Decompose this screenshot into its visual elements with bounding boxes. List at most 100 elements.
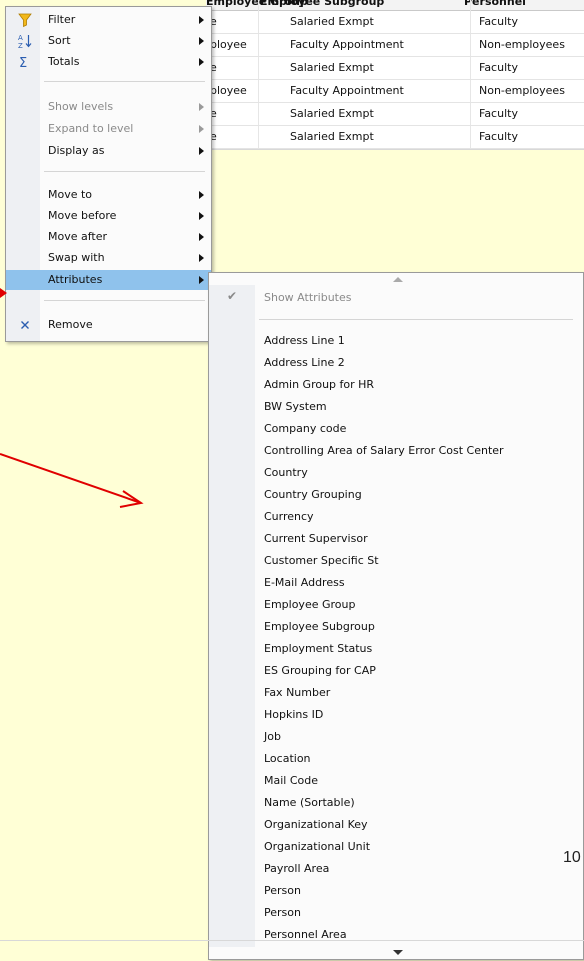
table-cell: Salaried Exmpt (290, 61, 374, 74)
annotation-arrow-line (0, 453, 142, 504)
table-cell: Non-employees (479, 38, 565, 51)
menu-item-attributes[interactable]: Attributes (6, 270, 211, 290)
annotation-arrow-head (119, 490, 144, 508)
table-cell: Faculty (479, 15, 518, 28)
table-cell: ployee (210, 38, 247, 51)
table-row[interactable]: e Salaried Exmpt Faculty (206, 57, 584, 80)
menu-item-label: Move before (48, 209, 117, 222)
attribute-item[interactable]: Organizational Unit (264, 840, 504, 862)
attribute-item[interactable]: Country Grouping (264, 488, 504, 510)
chevron-right-icon (199, 212, 204, 220)
table-row[interactable]: e Salaried Exmpt Faculty (206, 11, 584, 34)
table-cell: Salaried Exmpt (290, 107, 374, 120)
attribute-item[interactable]: Current Supervisor (264, 532, 504, 554)
menu-item-move-after[interactable]: Move after (6, 227, 211, 247)
table-cell: ployee (210, 84, 247, 97)
menu-item-move-to[interactable]: Move to (6, 185, 211, 205)
close-icon (21, 321, 29, 329)
table-cell: e (210, 130, 217, 143)
attribute-item[interactable]: Admin Group for HR (264, 378, 504, 400)
table-cell: Faculty (479, 61, 518, 74)
attribute-item[interactable]: Company code (264, 422, 504, 444)
attribute-list: Address Line 1 Address Line 2 Admin Grou… (264, 334, 504, 950)
filter-icon (18, 13, 32, 28)
table-cell: Salaried Exmpt (290, 130, 374, 143)
menu-item-filter[interactable]: Filter (6, 10, 211, 30)
chevron-right-icon (199, 16, 204, 24)
attribute-item[interactable]: Organizational Key (264, 818, 504, 840)
attribute-item[interactable]: E-Mail Address (264, 576, 504, 598)
menu-item-expand-to-level: Expand to level (6, 119, 211, 139)
table-cell: Faculty (479, 130, 518, 143)
menu-item-display-as[interactable]: Display as (6, 141, 211, 161)
menu-item-show-levels: Show levels (6, 97, 211, 117)
chevron-right-icon (199, 254, 204, 262)
table-cell: Faculty Appointment (290, 38, 404, 51)
attribute-item[interactable]: Employment Status (264, 642, 504, 664)
attribute-item[interactable]: Customer Specific St (264, 554, 504, 576)
attribute-item[interactable]: Currency (264, 510, 504, 532)
attribute-item[interactable]: Name (Sortable) (264, 796, 504, 818)
menu-item-label: Show levels (48, 100, 114, 113)
table-header: Employee Group Employee Subgroup Personn… (206, 0, 584, 11)
attribute-item[interactable]: Personnel Area (264, 928, 504, 950)
scroll-down-icon[interactable] (393, 950, 403, 955)
menu-item-label: Move after (48, 230, 108, 243)
attribute-item[interactable]: Country (264, 466, 504, 488)
chevron-right-icon (199, 233, 204, 241)
chevron-right-icon (199, 103, 204, 111)
table-cell: Faculty Appointment (290, 84, 404, 97)
attribute-item[interactable]: Hopkins ID (264, 708, 504, 730)
svg-text:Σ: Σ (19, 56, 27, 70)
menu-item-label: Totals (48, 55, 80, 68)
column-header[interactable]: Employee Subgroup (260, 0, 384, 8)
attribute-item[interactable]: Address Line 2 (264, 356, 504, 378)
attribute-item[interactable]: Mail Code (264, 774, 504, 796)
attribute-item[interactable]: BW System (264, 400, 504, 422)
show-attributes-item[interactable]: Show Attributes (264, 291, 351, 304)
table-cell: Salaried Exmpt (290, 15, 374, 28)
menu-item-label: Attributes (48, 273, 103, 286)
table-cell: e (210, 15, 217, 28)
attribute-item[interactable]: Person (264, 906, 504, 928)
table-cell: e (210, 107, 217, 120)
attribute-item[interactable]: Fax Number (264, 686, 504, 708)
menu-item-label: Move to (48, 188, 93, 201)
attribute-item[interactable]: Job (264, 730, 504, 752)
chevron-right-icon (199, 147, 204, 155)
attributes-submenu: ✔ Show Attributes Address Line 1 Address… (208, 272, 584, 960)
svg-text:A: A (18, 34, 23, 42)
table-row[interactable]: e Salaried Exmpt Faculty (206, 103, 584, 126)
chevron-right-icon (199, 125, 204, 133)
table-cell: Faculty (479, 107, 518, 120)
attribute-item[interactable]: Employee Group (264, 598, 504, 620)
checkmark-icon: ✔ (227, 289, 238, 303)
attribute-item[interactable]: ES Grouping for CAP (264, 664, 504, 686)
table-row[interactable]: ployee Faculty Appointment Non-employees (206, 34, 584, 57)
attribute-item[interactable]: Employee Subgroup (264, 620, 504, 642)
sigma-icon: Σ (19, 56, 27, 70)
menu-item-totals[interactable]: Σ Totals (6, 52, 211, 72)
attribute-item[interactable]: Controlling Area of Salary Error Cost Ce… (264, 444, 504, 466)
data-table: Employee Group Employee Subgroup Personn… (206, 0, 584, 150)
menu-item-move-before[interactable]: Move before (6, 206, 211, 226)
attribute-item[interactable]: Location (264, 752, 504, 774)
table-row[interactable]: e Salaried Exmpt Faculty (206, 126, 584, 149)
attribute-item[interactable]: Person (264, 884, 504, 906)
scroll-up-icon[interactable] (393, 277, 403, 282)
menu-item-swap-with[interactable]: Swap with (6, 248, 211, 268)
chevron-right-icon (199, 191, 204, 199)
column-header[interactable]: Personnel (464, 0, 526, 8)
chevron-right-icon (199, 276, 204, 284)
table-row[interactable]: ployee Faculty Appointment Non-employees (206, 80, 584, 103)
attribute-item[interactable]: Payroll Area (264, 862, 504, 884)
slide-number: 10 (563, 849, 581, 866)
chevron-right-icon (199, 37, 204, 45)
table-cell: Non-employees (479, 84, 565, 97)
menu-item-remove[interactable]: Remove (6, 315, 211, 335)
attribute-item[interactable]: Address Line 1 (264, 334, 504, 356)
chevron-right-icon (199, 58, 204, 66)
menu-item-label: Display as (48, 144, 105, 157)
menu-item-label: Remove (48, 318, 93, 331)
menu-item-sort[interactable]: A Z Sort (6, 31, 211, 51)
